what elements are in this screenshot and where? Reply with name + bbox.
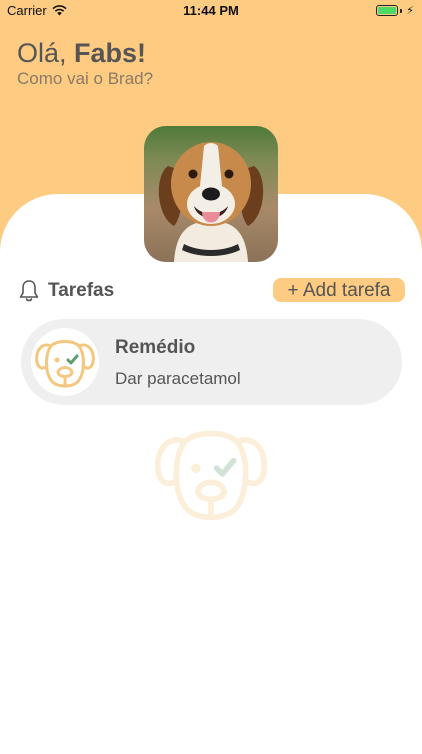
charging-icon: ⚡ [406, 5, 414, 17]
bell-icon [19, 280, 39, 302]
battery-icon: ⚡ [376, 4, 414, 17]
dog-photo-illustration [144, 126, 278, 262]
dog-face-watermark-icon [146, 408, 276, 536]
task-title: Remédio [115, 337, 196, 358]
checkmark-icon [66, 354, 79, 365]
add-task-button[interactable]: + Add tarefa [273, 278, 405, 302]
tasks-title: Tarefas [48, 280, 115, 301]
task-card[interactable]: Remédio Dar paracetamol [21, 319, 402, 405]
tasks-section-header: Tarefas [18, 279, 114, 303]
task-icon [31, 328, 99, 396]
status-bar: Carrier 11:44 PM ⚡ [0, 0, 422, 22]
pet-subtitle: Como vai o Brad? [17, 69, 154, 88]
status-time: 11:44 PM [183, 3, 239, 18]
dog-face-icon [35, 340, 95, 388]
greeting-prefix: Olá, [17, 38, 75, 68]
user-name: Fabs! [74, 38, 147, 68]
task-description: Dar paracetamol [115, 369, 241, 388]
pet-photo[interactable] [144, 126, 278, 262]
greeting: Olá, Fabs! [17, 38, 146, 68]
